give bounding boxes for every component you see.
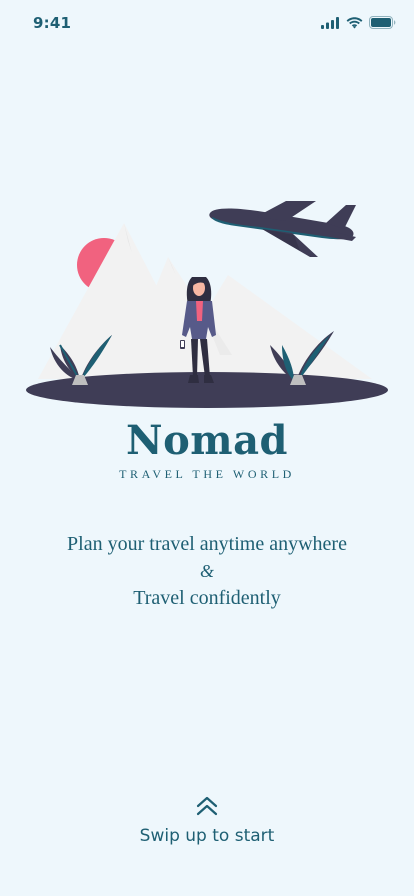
headline-line-1: Plan your travel anytime anywhere bbox=[67, 533, 347, 555]
cellular-signal-icon bbox=[321, 16, 340, 29]
travel-illustration bbox=[0, 195, 414, 415]
app-logo-title: Nomad bbox=[126, 417, 288, 464]
swipe-up-to-start-button[interactable]: Swip up to start bbox=[0, 796, 414, 846]
status-icons bbox=[321, 16, 396, 29]
headline-ampersand: & bbox=[199, 561, 214, 581]
headline-line-2: Travel confidently bbox=[133, 587, 281, 609]
brand-block: Nomad TRAVEL THE WORLD bbox=[0, 415, 414, 482]
app-tagline: TRAVEL THE WORLD bbox=[119, 467, 295, 481]
status-time: 9:41 bbox=[33, 14, 72, 32]
double-chevron-up-icon[interactable] bbox=[0, 796, 414, 816]
battery-icon bbox=[369, 16, 396, 29]
onboarding-headline: Plan your travel anytime anywhere & Trav… bbox=[0, 530, 414, 612]
wifi-icon bbox=[346, 16, 363, 29]
airplane-icon bbox=[209, 201, 356, 257]
status-bar: 9:41 bbox=[0, 0, 414, 44]
swipe-up-label[interactable]: Swip up to start bbox=[0, 826, 414, 846]
